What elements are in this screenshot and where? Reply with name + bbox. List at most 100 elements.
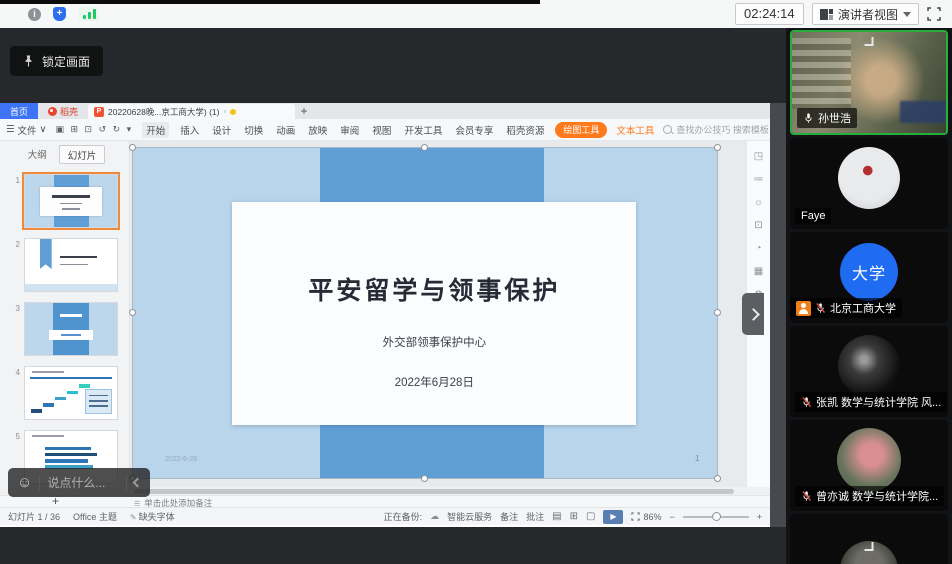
selection-handle[interactable]	[421, 144, 428, 151]
avatar	[838, 147, 900, 209]
slide-thumbnail[interactable]	[24, 366, 118, 420]
divider	[126, 475, 127, 490]
new-document-tab-button[interactable]: +	[295, 103, 313, 119]
window-gap	[770, 103, 786, 527]
missing-fonts-button[interactable]: 缺失字体	[130, 510, 175, 523]
participant-name-bar: 孙世浩	[797, 108, 857, 128]
view-mode-button[interactable]: 演讲者视图	[812, 3, 919, 25]
menu-tab-member[interactable]: 会员专享	[453, 122, 495, 138]
backup-status: 正在备份:	[384, 510, 423, 523]
quick-access-icons[interactable]	[56, 124, 134, 135]
chevron-down-icon	[903, 12, 911, 17]
selection-handle[interactable]	[714, 309, 721, 316]
zoom-slider-knob[interactable]	[712, 512, 721, 521]
ribbon-search[interactable]: 查找办公技巧 搜索模板	[663, 123, 769, 136]
animation-pane-icon[interactable]	[753, 174, 765, 186]
document-title: 20220628晚...京工商大学) (1)	[108, 106, 219, 118]
normal-view-icon[interactable]	[552, 511, 561, 522]
menu-tab-developer[interactable]: 开发工具	[402, 122, 444, 138]
participant-name: 孙世浩	[818, 110, 851, 126]
menu-tab-review[interactable]: 审阅	[338, 122, 361, 138]
video-tile[interactable]: Faye	[790, 138, 948, 229]
wps-home-tab[interactable]: 首页	[0, 103, 38, 119]
draw-tools-tab[interactable]: 绘图工具	[555, 122, 607, 138]
lock-view-button[interactable]: 锁定画面	[10, 46, 103, 76]
scrollbar-thumb[interactable]	[134, 489, 734, 494]
tab-outline[interactable]: 大纲	[24, 145, 51, 164]
comments-toggle[interactable]: 批注	[526, 510, 544, 523]
menu-tab-slideshow[interactable]: 放映	[306, 122, 329, 138]
menu-tab-start[interactable]: 开始	[142, 122, 169, 138]
notes-toggle[interactable]: 备注	[500, 510, 518, 523]
menu-tab-view[interactable]: 视图	[370, 122, 393, 138]
document-tab[interactable]: P 20220628晚...京工商大学) (1) ▫	[88, 104, 295, 119]
info-icon[interactable]: i	[28, 8, 41, 21]
design-icon[interactable]	[753, 197, 765, 209]
participant-name-bar: 曾亦诚 数学与统计学院...	[795, 486, 944, 506]
menu-tab-animation[interactable]: 动画	[274, 122, 297, 138]
chevron-left-icon[interactable]	[133, 478, 143, 488]
thumbnail-item-2[interactable]: 2	[8, 238, 125, 292]
lock-view-label: 锁定画面	[42, 53, 90, 70]
slide-title-card[interactable]: 平安留学与领事保护 外交部领事保护中心 2022年6月28日	[232, 202, 636, 425]
menu-tab-design[interactable]: 设计	[210, 122, 233, 138]
current-slide[interactable]: 平安留学与领事保护 外交部领事保护中心 2022年6月28日 2022-6-28…	[133, 148, 717, 478]
video-tile-partial[interactable]	[790, 514, 948, 564]
cloud-icon	[430, 511, 439, 522]
thumbnail-item-1[interactable]: 1	[8, 174, 125, 228]
tab-slides[interactable]: 幻灯片	[59, 145, 106, 164]
zoom-control[interactable]: 86%	[631, 512, 661, 522]
zoom-in-button[interactable]: +	[757, 512, 762, 522]
fullscreen-button[interactable]	[926, 6, 942, 22]
collapse-panel-icon[interactable]	[865, 37, 874, 46]
menu-tab-docer-res[interactable]: 稻壳资源	[504, 122, 546, 138]
text-tools-tab[interactable]: 文本工具	[616, 123, 654, 137]
scroll-more-icon[interactable]	[865, 542, 874, 551]
selection-handle[interactable]	[714, 475, 721, 482]
slide-thumbnail[interactable]	[24, 238, 118, 292]
expand-panel-tab[interactable]	[742, 293, 764, 335]
color-scheme-icon[interactable]	[753, 243, 765, 255]
screen-edge-strip	[0, 0, 540, 4]
slide-sorter-icon[interactable]	[570, 511, 578, 522]
selection-handle[interactable]	[129, 309, 136, 316]
template-pane-icon[interactable]	[753, 266, 765, 278]
selection-handle[interactable]	[714, 144, 721, 151]
participant-name: 北京工商大学	[830, 300, 896, 316]
slideshow-play-button[interactable]: ▶	[603, 510, 623, 524]
zoom-slider[interactable]	[683, 516, 749, 518]
theme-name[interactable]: Office 主题	[73, 510, 117, 523]
chat-input-overlay[interactable]: ☺ 说点什么...	[8, 468, 150, 497]
fullscreen-icon	[926, 6, 942, 22]
layout-pane-icon[interactable]	[753, 220, 765, 232]
slide-thumbnail[interactable]	[24, 302, 118, 356]
close-tab-icon[interactable]: ▫	[223, 107, 226, 116]
mic-muted-icon	[801, 396, 812, 408]
video-tile[interactable]: 张凯 数学与统计学院 风...	[790, 326, 948, 417]
thumbnail-item-3[interactable]: 3	[8, 302, 125, 356]
docer-icon	[48, 107, 57, 116]
view-mode-label: 演讲者视图	[838, 6, 898, 23]
security-shield-icon[interactable]: +	[53, 7, 66, 21]
menu-tab-insert[interactable]: 插入	[178, 122, 201, 138]
reading-view-icon[interactable]	[586, 511, 595, 522]
video-tile-speaker[interactable]: 孙世浩	[790, 30, 948, 135]
selection-handle[interactable]	[129, 144, 136, 151]
chevron-right-icon	[747, 308, 760, 321]
menu-tab-transition[interactable]: 切换	[242, 122, 265, 138]
avatar: 大学	[840, 243, 898, 301]
selection-handle[interactable]	[421, 475, 428, 482]
network-signal-icon[interactable]	[79, 7, 99, 21]
cloud-service-label[interactable]: 智能云服务	[447, 510, 492, 523]
thumbnail-item-4[interactable]: 4	[8, 366, 125, 420]
properties-icon[interactable]	[753, 151, 765, 163]
slide-page-number: 1	[695, 454, 699, 463]
video-tile[interactable]: 大学 北京工商大学	[790, 232, 948, 323]
video-tile[interactable]: 曾亦诚 数学与统计学院...	[790, 420, 948, 511]
zoom-out-button[interactable]: −	[669, 512, 674, 522]
chat-input-placeholder[interactable]: 说点什么...	[47, 474, 119, 491]
wps-docer-tab[interactable]: 稻壳	[38, 103, 88, 119]
slide-thumbnail-selected[interactable]	[24, 174, 118, 228]
emoji-icon[interactable]: ☺	[17, 475, 32, 490]
file-menu[interactable]: ☰ 文件 ∨	[6, 123, 47, 137]
